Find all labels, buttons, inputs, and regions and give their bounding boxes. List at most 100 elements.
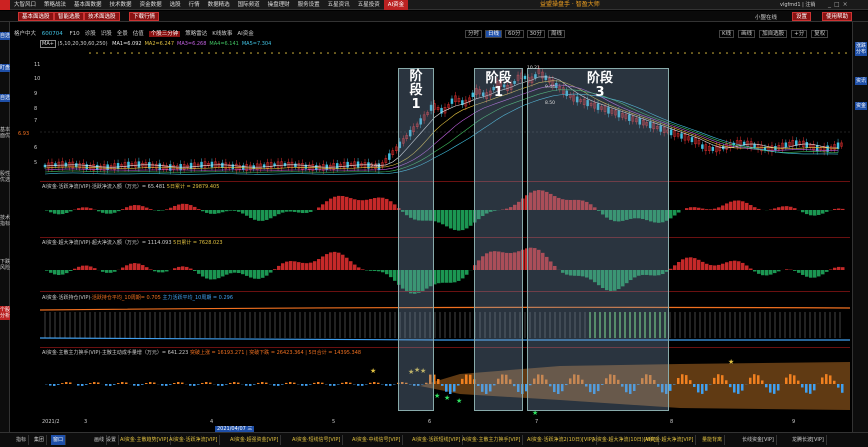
- chart-option[interactable]: 复权: [811, 30, 829, 38]
- flow-bar: [357, 200, 361, 210]
- info-item[interactable]: 诊股: [85, 31, 96, 37]
- turnover-bar: [345, 382, 348, 384]
- fundamental-select-button[interactable]: 基本面选股: [18, 12, 54, 21]
- menu-item[interactable]: 技术数据: [106, 0, 136, 10]
- left-tab[interactable]: 基本面优: [0, 126, 10, 140]
- menu-item[interactable]: 数据精选: [204, 0, 234, 10]
- info-item[interactable]: 估值: [133, 31, 144, 37]
- settings-button[interactable]: 设置: [792, 12, 812, 21]
- info-item[interactable]: AI资金: [237, 31, 253, 37]
- menu-item[interactable]: 策略战法: [40, 0, 70, 10]
- right-tab[interactable]: 资讯: [855, 77, 867, 85]
- help-button[interactable]: 使用帮助: [822, 12, 853, 21]
- download-quotes-button[interactable]: 下载行情: [129, 12, 160, 21]
- menu-item[interactable]: 五星投资: [354, 0, 384, 10]
- indicator-tab[interactable]: 集团: [32, 435, 48, 445]
- period-tab[interactable]: 30分: [526, 30, 546, 38]
- menu-item[interactable]: 大智风口: [10, 0, 40, 10]
- flow-bar: [193, 270, 197, 272]
- left-tab[interactable]: 个股分析: [0, 306, 10, 320]
- indicator-tab[interactable]: AI资金·活跃净流[VIP]: [167, 435, 221, 445]
- left-tab[interactable]: 技术指标: [0, 214, 10, 228]
- flow-bar: [465, 270, 469, 275]
- smart-select-button[interactable]: 智能选股: [54, 12, 85, 21]
- event-marker: [831, 52, 833, 54]
- holding-line: [40, 306, 850, 311]
- indicator-tab[interactable]: AI资金·活跃短线[VIP]: [410, 435, 464, 445]
- info-item[interactable]: 全景: [117, 31, 128, 37]
- turnover-bar: [53, 384, 56, 386]
- chart-option[interactable]: 画线: [738, 30, 756, 38]
- turnover-bar: [245, 384, 248, 386]
- info-item[interactable]: 策略雷达: [185, 31, 207, 37]
- indicator-tab[interactable]: AI资金·短线信号[VIP]: [290, 435, 344, 445]
- indicator-tab[interactable]: 窗口: [51, 435, 67, 445]
- flow-bar: [305, 263, 309, 270]
- indicator-tab[interactable]: AI资金·主散主力换手[VIP]: [460, 435, 524, 445]
- menu-item[interactable]: 服务设置: [294, 0, 324, 10]
- turnover-bar: [161, 384, 164, 386]
- event-marker: [803, 52, 805, 54]
- stock-chart-area[interactable]: ★ ★ ★ ★★★ ★ ★★: [40, 48, 850, 416]
- menu-item[interactable]: 选股: [166, 0, 185, 10]
- flow-bar: [209, 270, 213, 280]
- right-tab[interactable]: 涨跌分布: [855, 42, 867, 56]
- event-marker: [425, 52, 427, 54]
- flow-bar: [361, 269, 365, 270]
- flow-bar: [297, 262, 301, 270]
- right-tab[interactable]: 资金: [855, 102, 867, 110]
- menu-item[interactable]: 行情: [185, 0, 204, 10]
- technical-select-button[interactable]: 技术面选股: [84, 12, 120, 21]
- menu-item[interactable]: 五星资讯: [324, 0, 354, 10]
- star-marker: ★: [728, 358, 734, 366]
- indicator-tab[interactable]: AI资金·超强资金[VIP]: [228, 435, 282, 445]
- info-item[interactable]: K线故事: [212, 31, 232, 37]
- indicator-tab[interactable]: 设置: [104, 435, 120, 445]
- period-tab[interactable]: 周线: [548, 30, 566, 38]
- left-tab[interactable]: 盯盘: [0, 64, 10, 72]
- flow-bar: [205, 210, 209, 213]
- indicator-tab[interactable]: AI资金·主散趋势[VIP]: [118, 435, 172, 445]
- flow-bar: [685, 208, 689, 210]
- period-tab[interactable]: 60分: [505, 30, 524, 38]
- period-tab[interactable]: 分时: [465, 30, 483, 38]
- left-tab[interactable]: 自选: [0, 94, 10, 102]
- indicator-tab-bar: 指标 集团 窗口 画线 设置 AI资金·主散趋势[VIP] AI资金·活跃净流[VIP] AI…: [0, 432, 868, 447]
- ma-label[interactable]: MA+: [40, 40, 56, 48]
- flow-bar: [125, 207, 129, 210]
- window-controls[interactable]: _□×: [828, 0, 851, 10]
- event-marker: [558, 52, 560, 54]
- period-tab[interactable]: 日线: [485, 30, 503, 38]
- menu-item[interactable]: 资金数据: [136, 0, 166, 10]
- flow-bar: [745, 265, 749, 270]
- chart-option[interactable]: K线: [719, 30, 735, 38]
- info-item[interactable]: 个股三分钟: [148, 31, 181, 37]
- indicator-tab[interactable]: AI资金·中线信号[VIP]: [350, 435, 404, 445]
- left-tab[interactable]: 自选: [0, 32, 10, 40]
- indicator-tab[interactable]: 指标: [14, 435, 30, 445]
- info-item[interactable]: F10: [70, 31, 80, 37]
- flow-bar: [301, 210, 305, 214]
- menu-item[interactable]: AI资金: [383, 0, 409, 10]
- info-item[interactable]: 识股: [101, 31, 112, 37]
- flow-bar: [713, 208, 717, 210]
- indicator-tab[interactable]: AI资金·活跃净流2(10日)[VIP]: [525, 435, 597, 445]
- left-tab[interactable]: 下跌风险: [0, 258, 10, 272]
- left-tab[interactable]: 股性优选: [0, 170, 10, 184]
- flow-bar: [169, 207, 173, 210]
- turnover-bar: [753, 374, 756, 384]
- indicator-tab[interactable]: 龙腾长波[VIP]: [790, 435, 827, 445]
- menu-item[interactable]: 操盘理财: [264, 0, 294, 10]
- indicator-tab[interactable]: AI资金·超大净流[VIP]: [643, 435, 697, 445]
- online-status: 小盟在线: [755, 15, 778, 21]
- panel-divider: [40, 181, 850, 182]
- menu-item[interactable]: 国际频道: [234, 0, 264, 10]
- menu-item[interactable]: 基本面数据: [70, 0, 106, 10]
- indicator-tab[interactable]: 量能背离: [700, 435, 726, 445]
- chart-option[interactable]: 加自选股: [759, 30, 788, 38]
- event-marker: [131, 52, 133, 54]
- user-label[interactable]: vlgfmd1 | 注销: [780, 0, 815, 10]
- indicator-tab[interactable]: 长线资金[VIP]: [740, 435, 777, 445]
- chart-option[interactable]: +分: [791, 30, 808, 38]
- flow-bar: [125, 265, 129, 270]
